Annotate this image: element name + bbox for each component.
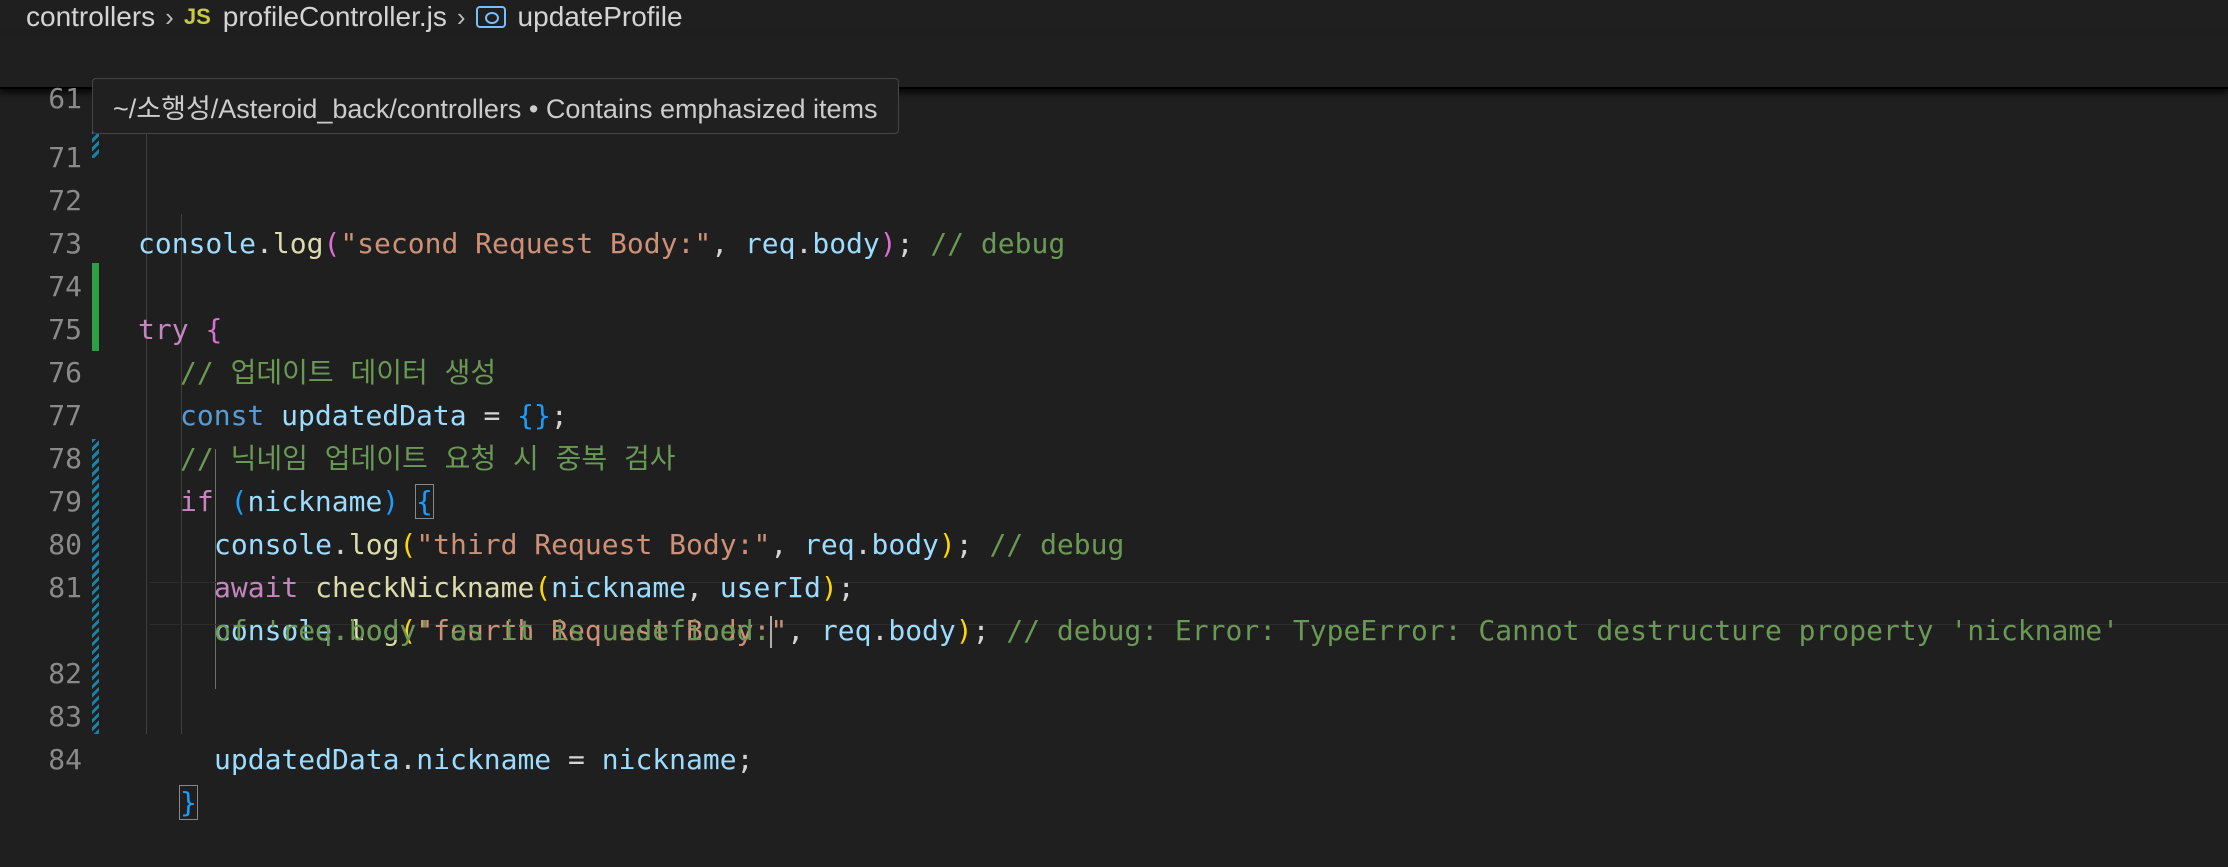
method-symbol-icon — [475, 6, 506, 28]
line-number: 84 — [48, 743, 82, 776]
code-line[interactable]: 78 if (nickname) { — [0, 394, 2228, 519]
token: = — [551, 743, 602, 776]
code-line[interactable]: 80 await checkNickname(nickname, userId)… — [0, 480, 2228, 604]
code-line[interactable]: 79 console.log("third Request Body:", re… — [0, 437, 2228, 561]
token: nickname — [601, 743, 737, 776]
code-line[interactable]: 73 — [0, 179, 2228, 260]
code-line[interactable]: 74 try { — [0, 222, 2228, 346]
code-line[interactable]: 83 updatedData.nickname = nickname; — [0, 652, 2228, 776]
code-line[interactable]: 84 } — [0, 695, 2228, 820]
code-line-wrapped[interactable]: of 'req.body' as it is undefined. — [0, 566, 2228, 648]
code-line[interactable]: 76 const updatedData = {}; — [0, 308, 2228, 432]
javascript-file-icon: JS — [183, 4, 211, 29]
code-line[interactable]: 72 console.log("second Request Body:", r… — [0, 136, 2228, 260]
token: ; — [736, 743, 754, 776]
token: nickname — [416, 743, 552, 776]
breadcrumb-tooltip: ~/소행성/Asteroid_back/controllers • Contai… — [92, 78, 899, 134]
breadcrumb-file[interactable]: profileController.js — [223, 1, 447, 33]
code-editor[interactable]: 61 ~/소행성/Asteroid_back/controllers • Con… — [0, 34, 2228, 820]
code-line[interactable]: 75 // 업데이트 데이터 생성 — [0, 265, 2228, 389]
code-line[interactable]: 82 — [0, 609, 2228, 690]
matching-bracket: } — [179, 785, 198, 820]
token: . — [399, 743, 417, 776]
breadcrumb-symbol[interactable]: updateProfile — [518, 1, 683, 33]
breadcrumb-folder[interactable]: controllers — [26, 1, 155, 33]
chevron-right-icon: › — [456, 1, 466, 32]
code-line[interactable]: 81 console.log("fourth Request Body:", r… — [0, 523, 2228, 647]
breadcrumb: controllers › JS profileController.js › … — [0, 0, 2228, 34]
code-line[interactable]: 77 // 닉네임 업데이트 요청 시 중복 검사 — [0, 351, 2228, 475]
chevron-right-icon: › — [165, 1, 174, 32]
token: updatedData — [214, 743, 400, 776]
